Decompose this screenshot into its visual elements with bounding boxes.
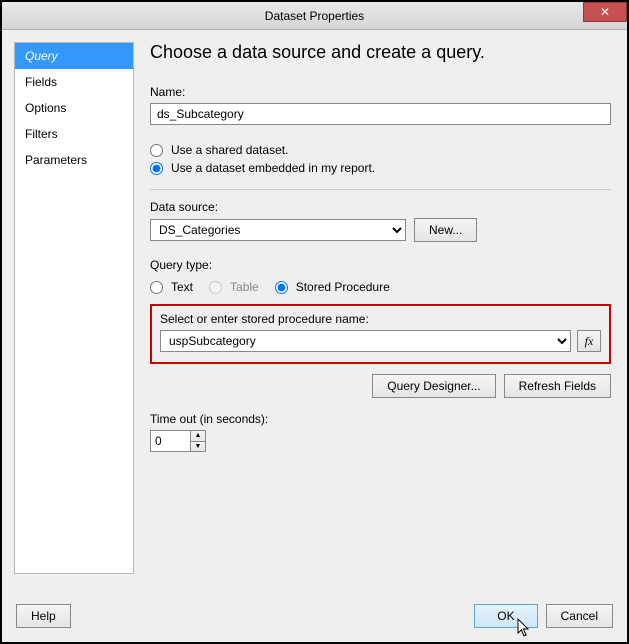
fx-icon: fx bbox=[585, 334, 594, 349]
timeout-input[interactable] bbox=[150, 430, 190, 452]
ok-button[interactable]: OK bbox=[474, 604, 537, 628]
sidebar-item-options[interactable]: Options bbox=[15, 95, 133, 121]
querytype-text-label: Text bbox=[171, 280, 193, 294]
timeout-spinner[interactable]: ▲ ▼ bbox=[150, 430, 206, 452]
timeout-label: Time out (in seconds): bbox=[150, 412, 611, 426]
name-label: Name: bbox=[150, 85, 611, 99]
querytype-table-radio bbox=[209, 281, 222, 294]
chevron-down-icon: ▼ bbox=[195, 443, 202, 450]
query-designer-button[interactable]: Query Designer... bbox=[372, 374, 495, 398]
page-heading: Choose a data source and create a query. bbox=[150, 42, 611, 63]
close-button[interactable]: ✕ bbox=[583, 2, 627, 22]
cancel-button[interactable]: Cancel bbox=[546, 604, 613, 628]
timeout-down-button[interactable]: ▼ bbox=[191, 442, 205, 452]
expression-button[interactable]: fx bbox=[577, 330, 601, 352]
sidebar-item-query[interactable]: Query bbox=[15, 43, 133, 69]
sidebar-item-fields[interactable]: Fields bbox=[15, 69, 133, 95]
timeout-up-button[interactable]: ▲ bbox=[191, 431, 205, 442]
separator bbox=[150, 189, 611, 190]
refresh-fields-button[interactable]: Refresh Fields bbox=[504, 374, 611, 398]
name-input[interactable] bbox=[150, 103, 611, 125]
titlebar: Dataset Properties ✕ bbox=[2, 2, 627, 30]
shared-dataset-label: Use a shared dataset. bbox=[171, 143, 288, 157]
shared-dataset-radio[interactable] bbox=[150, 144, 163, 157]
querytype-sp-label: Stored Procedure bbox=[296, 280, 390, 294]
embedded-dataset-radio[interactable] bbox=[150, 162, 163, 175]
help-button[interactable]: Help bbox=[16, 604, 71, 628]
window-title: Dataset Properties bbox=[265, 9, 364, 23]
new-datasource-button[interactable]: New... bbox=[414, 218, 477, 242]
close-icon: ✕ bbox=[600, 5, 610, 19]
sidebar-item-filters[interactable]: Filters bbox=[15, 121, 133, 147]
datasource-label: Data source: bbox=[150, 200, 611, 214]
embedded-dataset-label: Use a dataset embedded in my report. bbox=[171, 161, 375, 175]
datasource-select[interactable]: DS_Categories bbox=[150, 219, 406, 241]
querytype-text-radio[interactable] bbox=[150, 281, 163, 294]
chevron-up-icon: ▲ bbox=[195, 432, 202, 439]
sidebar: Query Fields Options Filters Parameters bbox=[14, 42, 134, 574]
querytype-table-label: Table bbox=[230, 280, 259, 294]
stored-procedure-highlight: Select or enter stored procedure name: u… bbox=[150, 304, 611, 364]
querytype-label: Query type: bbox=[150, 258, 611, 272]
querytype-sp-radio[interactable] bbox=[275, 281, 288, 294]
stored-procedure-select[interactable]: uspSubcategory bbox=[160, 330, 571, 352]
sp-label: Select or enter stored procedure name: bbox=[160, 312, 601, 326]
sidebar-item-parameters[interactable]: Parameters bbox=[15, 147, 133, 173]
